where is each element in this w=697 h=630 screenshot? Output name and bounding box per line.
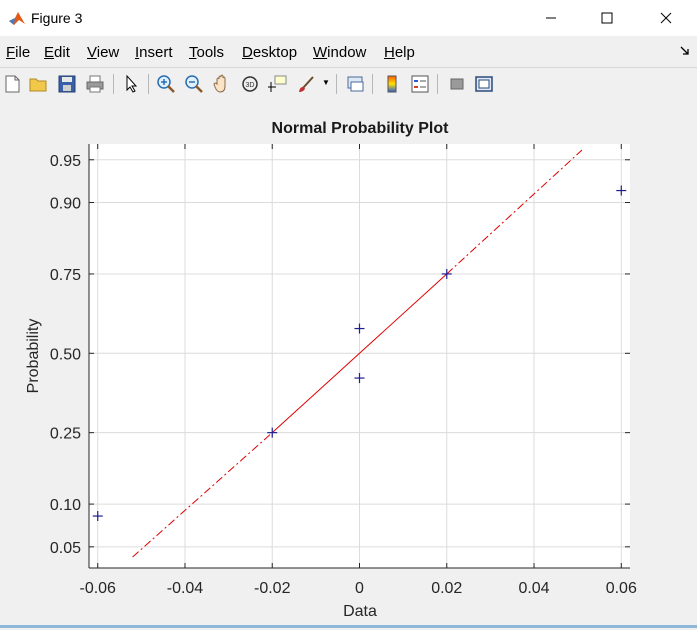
y-tick-label: 0.50 — [50, 346, 81, 363]
x-tick-labels: -0.06 -0.04 -0.02 0 0.02 0.04 0.06 — [79, 580, 636, 597]
brush-dropdown-icon[interactable]: ▼ — [322, 78, 330, 87]
colorbar-button[interactable] — [381, 73, 403, 95]
show-plot-tools-button[interactable] — [473, 73, 495, 95]
menu-bar: File Edit View Insert Tools Desktop Wind… — [0, 41, 697, 65]
save-icon — [58, 75, 76, 93]
menu-insert[interactable]: Insert — [135, 44, 173, 61]
figure-toolbar: 3D ▼ — [0, 67, 697, 102]
x-tick-label: -0.04 — [167, 580, 204, 597]
rotate-3d-icon: 3D — [242, 76, 258, 92]
window-title: Figure 3 — [31, 10, 83, 26]
x-tick-label: 0.04 — [518, 580, 549, 597]
zoom-out-icon — [185, 75, 203, 93]
toolbar-separator — [372, 74, 373, 94]
print-icon — [86, 75, 104, 93]
close-button[interactable] — [643, 0, 689, 36]
x-tick-label: -0.06 — [79, 580, 116, 597]
legend-button[interactable] — [409, 73, 431, 95]
close-icon — [660, 12, 672, 24]
x-tick-label: 0 — [355, 580, 364, 597]
data-cursor-icon — [268, 75, 287, 92]
menu-view[interactable]: View — [87, 44, 119, 61]
new-figure-icon — [5, 75, 20, 93]
maximize-button[interactable] — [584, 0, 630, 36]
rotate-3d-button[interactable]: 3D — [239, 73, 261, 95]
zoom-in-button[interactable] — [155, 73, 177, 95]
x-tick-label: 0.06 — [606, 580, 637, 597]
minimize-button[interactable] — [528, 0, 574, 36]
pan-button[interactable] — [211, 73, 233, 95]
brush-button[interactable] — [296, 73, 318, 95]
y-tick-label: 0.95 — [50, 153, 81, 170]
menu-file[interactable]: File — [6, 44, 30, 61]
toolbar-separator — [113, 74, 114, 94]
svg-text:3D: 3D — [246, 82, 255, 89]
dock-figure-icon[interactable] — [679, 45, 691, 57]
matlab-logo-icon — [9, 12, 25, 25]
zoom-out-button[interactable] — [183, 73, 205, 95]
x-tick-label: 0.02 — [431, 580, 462, 597]
y-tick-label: 0.05 — [50, 540, 81, 557]
legend-icon — [411, 75, 429, 93]
link-plot-button[interactable] — [344, 73, 366, 95]
print-button[interactable] — [84, 73, 106, 95]
zoom-in-icon — [157, 75, 175, 93]
x-axis-label: Data — [343, 603, 377, 620]
menu-help[interactable]: Help — [384, 44, 415, 61]
toolbar-separator — [336, 74, 337, 94]
figure-canvas[interactable]: Normal Probability Plot -0.06 -0.04 -0.02 0… — [0, 101, 697, 625]
toolbar-separator — [437, 74, 438, 94]
y-axis-label: Probability — [25, 319, 42, 394]
open-file-button[interactable] — [27, 73, 49, 95]
brush-icon — [299, 76, 314, 92]
new-figure-button[interactable] — [1, 73, 23, 95]
y-tick-labels: 0.05 0.10 0.25 0.50 0.75 0.90 0.95 — [50, 153, 81, 557]
y-tick-label: 0.25 — [50, 426, 81, 443]
edit-plot-arrow-icon — [126, 74, 138, 93]
y-tick-label: 0.75 — [50, 267, 81, 284]
toolbar-separator — [148, 74, 149, 94]
show-plot-tools-icon — [475, 76, 493, 92]
x-tick-label: -0.02 — [254, 580, 291, 597]
y-tick-label: 0.10 — [50, 497, 81, 514]
y-tick-label: 0.90 — [50, 196, 81, 213]
edit-plot-button[interactable] — [120, 73, 142, 95]
colorbar-icon — [387, 75, 397, 93]
hide-plot-tools-button[interactable] — [446, 73, 468, 95]
pan-hand-icon — [213, 74, 226, 93]
menu-edit[interactable]: Edit — [44, 44, 70, 61]
menu-window[interactable]: Window — [313, 44, 366, 61]
probability-plot-chart[interactable]: Normal Probability Plot -0.06 -0.04 -0.02 0… — [0, 101, 697, 625]
menu-desktop[interactable]: Desktop — [242, 44, 297, 61]
minimize-icon — [546, 17, 556, 19]
link-plot-icon — [347, 76, 364, 92]
window-title-bar[interactable]: Figure 3 — [0, 0, 697, 36]
maximize-icon — [601, 12, 613, 24]
hide-plot-tools-icon — [450, 78, 464, 90]
chart-title: Normal Probability Plot — [272, 120, 450, 137]
open-file-icon — [29, 78, 47, 92]
menu-tools[interactable]: Tools — [189, 44, 224, 61]
data-cursor-button[interactable] — [267, 73, 289, 95]
save-button[interactable] — [56, 73, 78, 95]
